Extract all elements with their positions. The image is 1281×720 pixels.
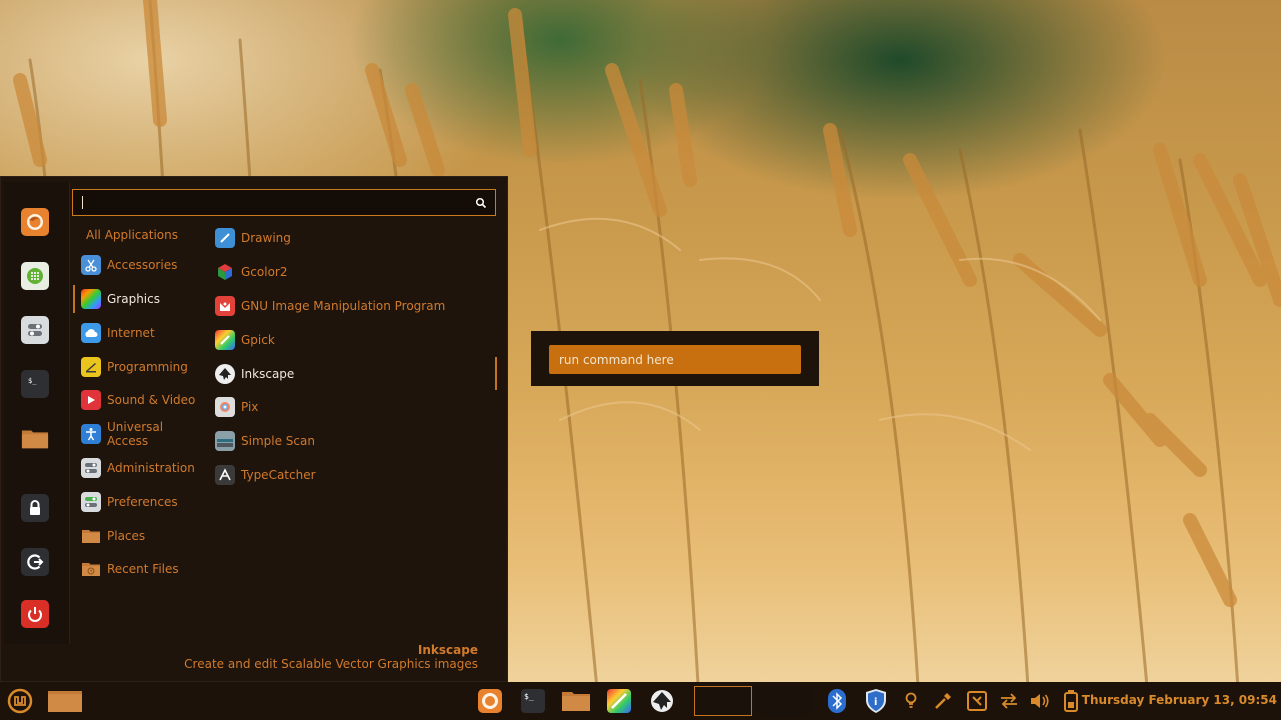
category-label: Preferences [107, 495, 178, 509]
panel-color-app-icon[interactable] [605, 686, 633, 716]
volume-icon[interactable] [1028, 686, 1052, 716]
accessibility-icon [81, 424, 101, 444]
category-label: All Applications [86, 228, 178, 242]
scanner-icon [215, 431, 235, 451]
folder-icon [81, 526, 101, 546]
workspace-1[interactable] [694, 686, 752, 716]
app-gimp[interactable]: GNU Image Manipulation Program [213, 291, 493, 321]
play-icon [81, 390, 101, 410]
run-command-dialog [531, 331, 819, 386]
search-input[interactable] [81, 195, 461, 211]
bluetooth-icon[interactable] [826, 686, 848, 716]
app-label: Drawing [241, 231, 291, 245]
show-desktop-folder-icon[interactable] [46, 686, 84, 716]
category-label: Accessories [107, 258, 178, 272]
search-icon [475, 197, 487, 209]
network-arrows-icon[interactable] [997, 686, 1021, 716]
programming-icon [81, 357, 101, 377]
category-label: Graphics [107, 292, 160, 306]
cloud-icon [81, 323, 101, 343]
inkscape-icon [215, 364, 235, 384]
drawing-icon [215, 228, 235, 248]
panel-inkscape-icon[interactable] [648, 686, 676, 716]
graphics-icon [81, 289, 101, 309]
app-label: Gpick [241, 333, 275, 347]
typecatcher-icon [215, 465, 235, 485]
preferences-toggles-icon [81, 492, 101, 512]
category-accessories[interactable]: Accessories [73, 250, 205, 280]
category-programming[interactable]: Programming [73, 352, 205, 382]
category-label: Programming [107, 360, 188, 374]
category-graphics[interactable]: Graphics [73, 284, 205, 314]
firefox-icon[interactable] [21, 208, 49, 236]
pix-icon [215, 397, 235, 417]
scissors-icon [81, 255, 101, 275]
battery-icon[interactable] [1061, 686, 1081, 716]
app-inkscape[interactable]: Inkscape [213, 359, 493, 389]
bottom-panel: $_ i Thursday February 13, 09:54 [0, 682, 1281, 720]
gcolor2-cube-icon [215, 262, 235, 282]
category-label: Recent Files [107, 562, 179, 576]
recent-folder-icon [81, 559, 101, 579]
update-shield-icon[interactable]: i [862, 686, 890, 716]
category-preferences[interactable]: Preferences [73, 487, 205, 517]
apps-scrollbar[interactable] [495, 357, 497, 390]
svg-text:$_: $_ [28, 377, 37, 385]
app-label: Simple Scan [241, 434, 315, 448]
category-label: Internet [107, 326, 155, 340]
color-picker-icon[interactable] [932, 686, 954, 716]
gimp-icon [215, 296, 235, 316]
category-label: Administration [107, 461, 195, 475]
app-label: GNU Image Manipulation Program [241, 299, 446, 313]
run-command-input[interactable] [549, 345, 801, 374]
software-manager-icon[interactable] [21, 262, 49, 290]
clock[interactable]: Thursday February 13, 09:54 [1082, 693, 1277, 707]
category-label: Places [107, 529, 146, 543]
svg-text:$_: $_ [524, 692, 534, 701]
gpick-icon [215, 330, 235, 350]
panel-terminal-icon[interactable]: $_ [519, 686, 547, 716]
panel-firefox-icon[interactable] [476, 686, 504, 716]
category-internet[interactable]: Internet [73, 318, 205, 348]
lock-screen-icon[interactable] [21, 494, 49, 522]
app-simple-scan[interactable]: Simple Scan [213, 426, 493, 456]
terminal-icon[interactable]: $_ [21, 370, 49, 398]
shutdown-icon[interactable] [21, 600, 49, 628]
panel-files-folder-icon[interactable] [560, 686, 592, 716]
svg-text:i: i [874, 697, 877, 708]
app-drawing[interactable]: Drawing [213, 223, 493, 253]
admin-toggles-icon [81, 458, 101, 478]
redshift-bulb-icon[interactable] [902, 686, 920, 716]
category-label: Universal Access [107, 420, 164, 448]
category-all-applications[interactable]: All Applications [73, 220, 205, 250]
text-cursor [82, 196, 83, 209]
app-pix[interactable]: Pix [213, 392, 493, 422]
logout-icon[interactable] [21, 548, 49, 576]
menu-mint-icon[interactable] [6, 686, 34, 716]
app-label: Pix [241, 400, 259, 414]
workspace-2[interactable] [756, 686, 812, 716]
app-label: TypeCatcher [241, 468, 316, 482]
app-typecatcher[interactable]: TypeCatcher [213, 460, 493, 490]
app-gcolor2[interactable]: Gcolor2 [213, 257, 493, 287]
category-places[interactable]: Places [73, 521, 205, 551]
search-box[interactable] [72, 189, 496, 216]
app-gpick[interactable]: Gpick [213, 325, 493, 355]
system-settings-icon[interactable] [21, 316, 49, 344]
category-sound-video[interactable]: Sound & Video [73, 385, 205, 415]
screenshot-icon[interactable] [965, 686, 989, 716]
application-menu: $_ All Applications Accessories Graphics… [0, 176, 508, 682]
app-label: Gcolor2 [241, 265, 288, 279]
selected-app-description: Create and edit Scalable Vector Graphics… [184, 657, 478, 671]
category-universal-access[interactable]: Universal Access [73, 419, 205, 449]
selected-app-name: Inkscape [417, 643, 478, 657]
favorites-sidebar: $_ [4, 182, 70, 644]
category-administration[interactable]: Administration [73, 453, 205, 483]
files-folder-icon[interactable] [21, 424, 49, 452]
category-recent-files[interactable]: Recent Files [73, 554, 205, 584]
category-label: Sound & Video [107, 393, 196, 407]
app-label: Inkscape [241, 367, 295, 381]
